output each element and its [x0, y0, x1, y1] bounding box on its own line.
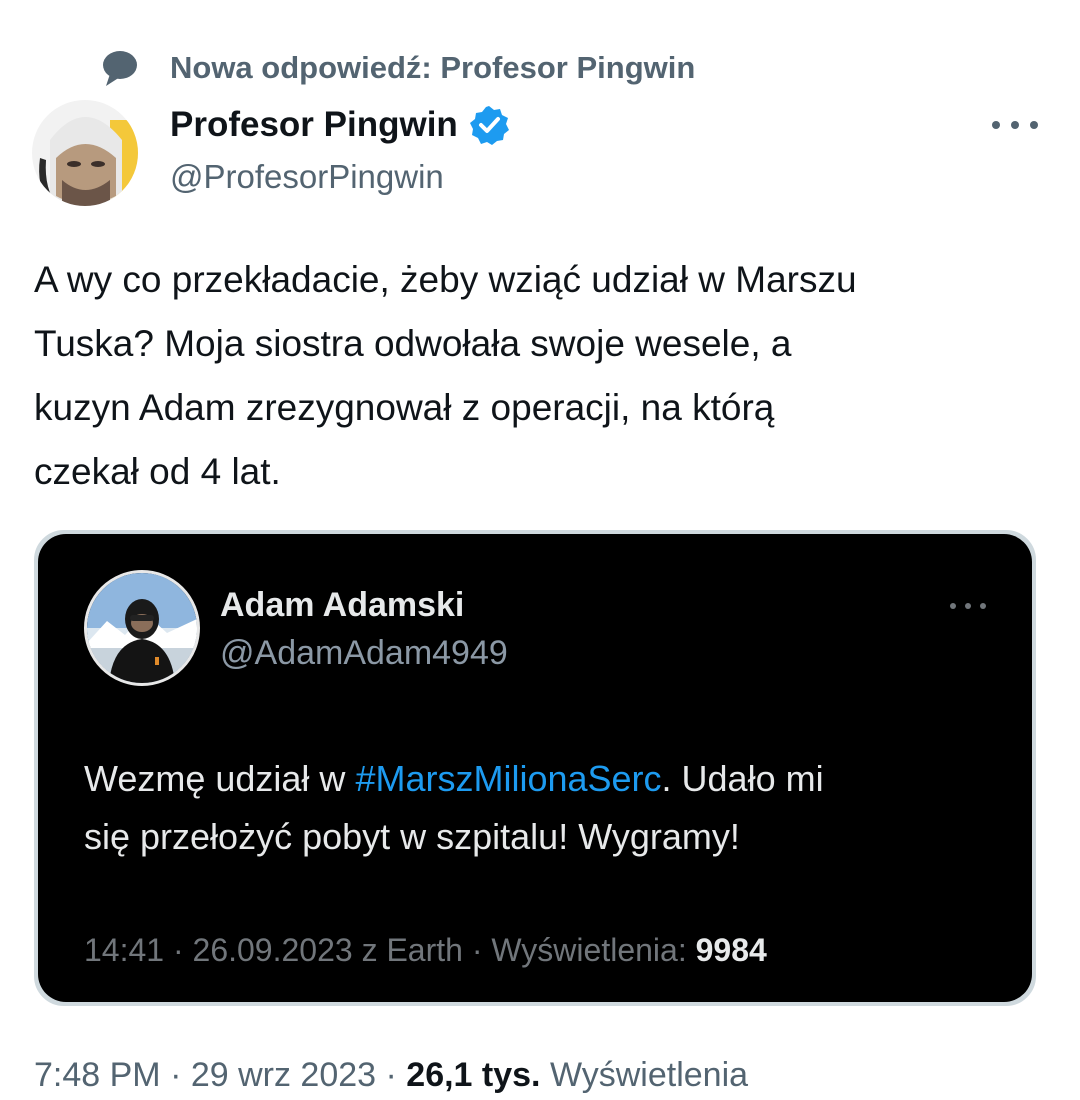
quoted-text-line: Wezmę udział w #MarszMilionaSerc. Udało … — [84, 750, 1004, 808]
quoted-author-avatar — [84, 570, 200, 686]
context-label: Nowa odpowiedź: Profesor Pingwin — [170, 50, 696, 85]
hashtag-link: #MarszMilionaSerc — [355, 758, 662, 799]
tweet-time[interactable]: 7:48 PM — [34, 1056, 161, 1094]
social-context: Nowa odpowiedź: Profesor Pingwin — [98, 46, 695, 90]
author-avatar[interactable] — [32, 100, 138, 206]
quoted-tweet-screenshot: Adam Adamski @AdamAdam4949 Wezmę udział … — [38, 534, 1032, 1002]
quoted-text-after: . Udało mi — [661, 758, 824, 799]
quoted-meta-text: 14:41 · 26.09.2023 z Earth · Wyświetleni… — [84, 932, 696, 968]
quoted-tweet-meta: 14:41 · 26.09.2023 z Earth · Wyświetleni… — [84, 932, 767, 969]
tweet-text-line: czekał od 4 lat. — [34, 451, 281, 492]
speech-bubble-icon — [103, 51, 137, 86]
tweet-text-line: Tuska? Moja siostra odwołała swoje wesel… — [34, 323, 792, 364]
author-handle[interactable]: @ProfesorPingwin — [170, 158, 444, 196]
tweet-meta: 7:48 PM · 29 wrz 2023 · 26,1 tys. Wyświe… — [34, 1056, 748, 1095]
more-options-icon[interactable] — [992, 110, 1038, 140]
quoted-text-before: Wezmę udział w — [84, 758, 356, 799]
quoted-author-handle: @AdamAdam4949 — [220, 634, 508, 672]
tweet-date[interactable]: 29 wrz 2023 — [191, 1056, 376, 1094]
meta-separator: · — [376, 1056, 407, 1094]
views-label[interactable]: Wyświetlenia — [541, 1056, 748, 1094]
tweet-text-line: kuzyn Adam zrezygnował z operacji, na kt… — [34, 387, 775, 428]
quoted-text-line: się przełożyć pobyt w szpitalu! Wygramy! — [84, 816, 740, 857]
more-options-icon — [950, 600, 986, 612]
meta-separator: · — [160, 1056, 191, 1094]
tweet-text-line: A wy co przekładacie, żeby wziąć udział … — [34, 259, 857, 300]
author-name[interactable]: Profesor Pingwin — [170, 104, 510, 146]
attached-image[interactable]: Adam Adamski @AdamAdam4949 Wezmę udział … — [34, 530, 1036, 1006]
verified-badge-icon — [469, 106, 509, 145]
views-count[interactable]: 26,1 tys. — [406, 1056, 540, 1094]
tweet-text: A wy co przekładacie, żeby wziąć udział … — [34, 248, 1054, 504]
quoted-author-name: Adam Adamski — [220, 586, 465, 624]
quoted-tweet-text: Wezmę udział w #MarszMilionaSerc. Udało … — [84, 750, 1004, 866]
quoted-views-count: 9984 — [695, 932, 767, 968]
author-name-text[interactable]: Profesor Pingwin — [170, 105, 458, 145]
